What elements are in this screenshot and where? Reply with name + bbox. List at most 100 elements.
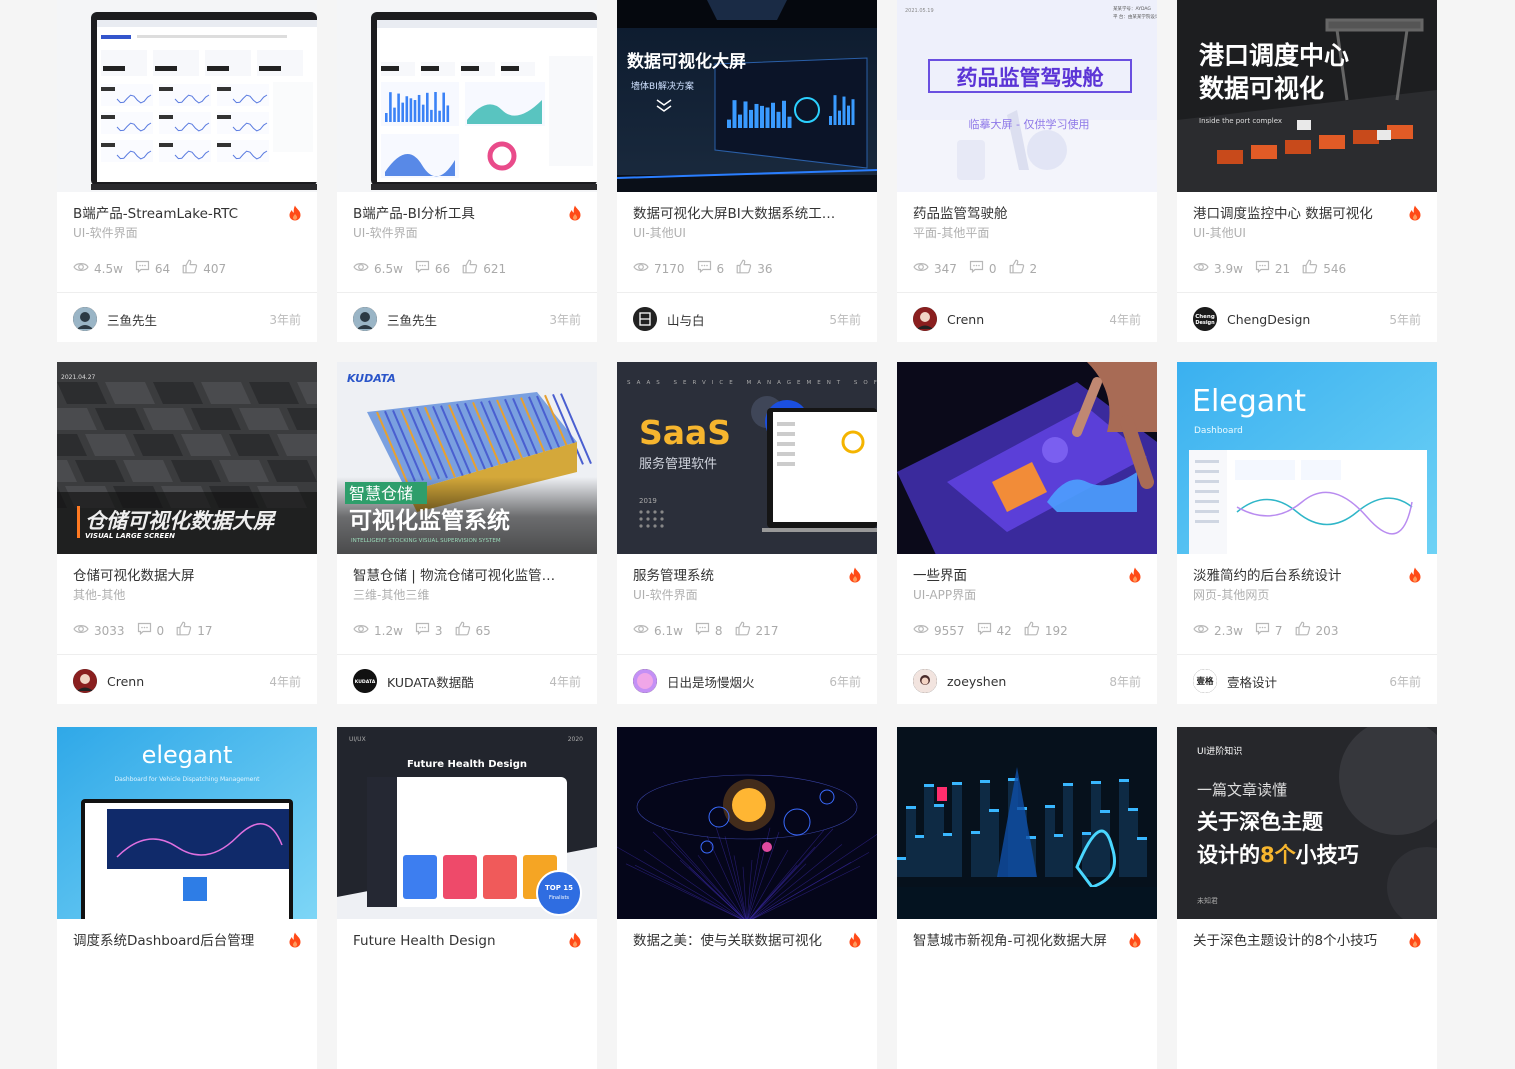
- work-card[interactable]: 数据之美：使与关联数据可视化: [617, 727, 877, 1069]
- work-thumbnail[interactable]: 2021.04.27 仓储可视化数据大屏 VISUAL LARGE SCREEN: [57, 362, 317, 554]
- comment-icon: [977, 622, 997, 639]
- author-link[interactable]: KUDATA KUDATA数据酷: [353, 669, 474, 693]
- work-category[interactable]: UI-软件界面: [73, 225, 138, 241]
- work-thumbnail[interactable]: elegant Dashboard for Vehicle Dispatching…: [57, 727, 317, 919]
- work-title[interactable]: 数据之美：使与关联数据可视化: [633, 932, 843, 950]
- work-card[interactable]: 一些界面 UI-APP界面 9557 42 192 zoeyshen 8年前: [897, 362, 1157, 704]
- svg-text:KUDATA: KUDATA: [347, 372, 396, 385]
- svg-text:UI进阶知识: UI进阶知识: [1197, 745, 1242, 757]
- work-card[interactable]: B端产品-BI分析工具 UI-软件界面 6.5w 66 621 三鱼先生 3年前: [337, 0, 597, 342]
- author-name[interactable]: 三鱼先生: [107, 310, 157, 329]
- author-avatar[interactable]: [633, 307, 657, 331]
- author-link[interactable]: 日出是场慢烟火: [633, 669, 755, 693]
- author-avatar[interactable]: [353, 307, 377, 331]
- work-title[interactable]: 智慧城市新视角-可视化数据大屏: [913, 932, 1123, 950]
- work-thumbnail[interactable]: [337, 0, 597, 192]
- likes-stat: 36: [736, 259, 772, 278]
- author-name[interactable]: 山与白: [667, 310, 705, 329]
- work-card[interactable]: 2021.04.27 仓储可视化数据大屏 VISUAL LARGE SCREEN 仓储…: [57, 362, 317, 704]
- author-link[interactable]: zoeyshen: [913, 669, 1006, 693]
- comments-stat: 0: [137, 622, 164, 639]
- work-title[interactable]: 淡雅简约的后台系统设计: [1193, 567, 1403, 585]
- work-category[interactable]: UI-其他UI: [633, 225, 686, 241]
- work-card[interactable]: 数据可视化大屏 墙体BI解决方案数据可视化大屏BI大数据系统工厂... UI-其他U…: [617, 0, 877, 342]
- author-avatar[interactable]: [913, 669, 937, 693]
- author-name[interactable]: Crenn: [947, 312, 984, 327]
- work-card[interactable]: 2021.05.19 某某学号：AYDAG 平 台：由某某学院设计 药品监管驾驶舱 临摹…: [897, 0, 1157, 342]
- author-avatar[interactable]: [913, 307, 937, 331]
- work-thumbnail[interactable]: [897, 727, 1157, 919]
- work-thumbnail[interactable]: [617, 727, 877, 919]
- work-title[interactable]: 调度系统Dashboard后台管理: [73, 932, 283, 950]
- work-title[interactable]: B端产品-StreamLake-RTC: [73, 205, 283, 223]
- work-title[interactable]: Future Health Design: [353, 932, 563, 950]
- work-title[interactable]: 服务管理系统: [633, 567, 843, 585]
- author-name[interactable]: 日出是场慢烟火: [667, 672, 755, 691]
- author-link[interactable]: 山与白: [633, 307, 705, 331]
- author-avatar[interactable]: 壹格: [1193, 669, 1217, 693]
- author-link[interactable]: 三鱼先生: [73, 307, 157, 331]
- author-name[interactable]: ChengDesign: [1227, 312, 1310, 327]
- work-title[interactable]: B端产品-BI分析工具: [353, 205, 563, 223]
- work-thumbnail[interactable]: SAAS SERVICE MANAGEMENT SOFT SaaS 服务管理软件 20…: [617, 362, 877, 554]
- work-category[interactable]: 网页-其他网页: [1193, 587, 1269, 603]
- work-thumbnail[interactable]: [57, 0, 317, 192]
- author-link[interactable]: 壹格 壹格设计: [1193, 669, 1277, 693]
- work-card[interactable]: B端产品-StreamLake-RTC UI-软件界面 4.5w 64 407 三鱼先生 3…: [57, 0, 317, 342]
- work-card[interactable]: SAAS SERVICE MANAGEMENT SOFT SaaS 服务管理软件 20…: [617, 362, 877, 704]
- work-category[interactable]: UI-其他UI: [1193, 225, 1246, 241]
- work-category[interactable]: UI-APP界面: [913, 587, 976, 603]
- work-title[interactable]: 一些界面: [913, 567, 1123, 585]
- comments-stat: 21: [1255, 260, 1290, 277]
- work-title[interactable]: 仓储可视化数据大屏: [73, 567, 283, 585]
- work-category[interactable]: UI-软件界面: [353, 225, 418, 241]
- likes-count: 407: [203, 261, 227, 276]
- work-card[interactable]: 智慧城市新视角-可视化数据大屏: [897, 727, 1157, 1069]
- work-thumbnail[interactable]: 数据可视化大屏 墙体BI解决方案: [617, 0, 877, 192]
- author-avatar[interactable]: [73, 669, 97, 693]
- svg-text:UI/UX: UI/UX: [349, 736, 366, 743]
- author-link[interactable]: Crenn: [913, 307, 984, 331]
- work-title[interactable]: 港口调度监控中心 数据可视化: [1193, 205, 1403, 223]
- author-link[interactable]: Cheng Design ChengDesign: [1193, 307, 1310, 331]
- work-title[interactable]: 药品监管驾驶舱: [913, 205, 1123, 223]
- author-name[interactable]: zoeyshen: [947, 674, 1006, 689]
- work-category[interactable]: 平面-其他平面: [913, 225, 989, 241]
- work-title[interactable]: 智慧仓储 | 物流仓储可视化监管系统: [353, 567, 563, 585]
- work-thumbnail[interactable]: KUDATA 智慧仓储 可视化监管系统 INTELLIGENT STOCKING VI…: [337, 362, 597, 554]
- author-link[interactable]: Crenn: [73, 669, 144, 693]
- work-thumbnail[interactable]: [897, 362, 1157, 554]
- work-card[interactable]: UI进阶知识 一篇文章读懂 关于深色主题 设计的8个小技巧 未知君关于深色主题设计的8个…: [1177, 727, 1437, 1069]
- work-category[interactable]: 其他-其他: [73, 587, 125, 603]
- work-title[interactable]: 关于深色主题设计的8个小技巧: [1193, 932, 1403, 950]
- author-avatar[interactable]: Cheng Design: [1193, 307, 1217, 331]
- eye-icon: [73, 623, 94, 639]
- svg-text:Design: Design: [1195, 320, 1215, 326]
- author-avatar[interactable]: [73, 307, 97, 331]
- views-count: 3033: [94, 623, 125, 638]
- work-title[interactable]: 数据可视化大屏BI大数据系统工厂...: [633, 205, 843, 223]
- work-thumbnail[interactable]: UI/UX 2020 Future Health Design TOP 15 Final…: [337, 727, 597, 919]
- author-link[interactable]: 三鱼先生: [353, 307, 437, 331]
- work-card[interactable]: Elegant Dashboard 淡雅简约的后台系统设计 网页-其他网页 2.3w 7 2…: [1177, 362, 1437, 704]
- author-avatar[interactable]: [633, 669, 657, 693]
- work-card[interactable]: KUDATA 智慧仓储 可视化监管系统 INTELLIGENT STOCKING VI…: [337, 362, 597, 704]
- views-stat: 347: [913, 261, 957, 277]
- author-name[interactable]: 壹格设计: [1227, 672, 1277, 691]
- author-name[interactable]: Crenn: [107, 674, 144, 689]
- work-thumbnail[interactable]: 2021.05.19 某某学号：AYDAG 平 台：由某某学院设计 药品监管驾驶舱 临摹…: [897, 0, 1157, 192]
- work-card[interactable]: 港口调度中心 数据可视化 Inside the port complex 港口调度监控…: [1177, 0, 1437, 342]
- author-name[interactable]: 三鱼先生: [387, 310, 437, 329]
- card-stats: 6.5w 66 621: [353, 259, 518, 278]
- work-card[interactable]: elegant Dashboard for Vehicle Dispatching…: [57, 727, 317, 1069]
- work-thumbnail[interactable]: UI进阶知识 一篇文章读懂 关于深色主题 设计的8个小技巧 未知君: [1177, 727, 1437, 919]
- views-count: 4.5w: [94, 261, 123, 276]
- author-name[interactable]: KUDATA数据酷: [387, 672, 474, 691]
- work-thumbnail[interactable]: 港口调度中心 数据可视化 Inside the port complex: [1177, 0, 1437, 192]
- author-avatar[interactable]: KUDATA: [353, 669, 377, 693]
- thumbs-up-icon: [735, 621, 756, 640]
- work-thumbnail[interactable]: Elegant Dashboard: [1177, 362, 1437, 554]
- work-card[interactable]: UI/UX 2020 Future Health Design TOP 15 Final…: [337, 727, 597, 1069]
- work-category[interactable]: UI-软件界面: [633, 587, 698, 603]
- work-category[interactable]: 三维-其他三维: [353, 587, 429, 603]
